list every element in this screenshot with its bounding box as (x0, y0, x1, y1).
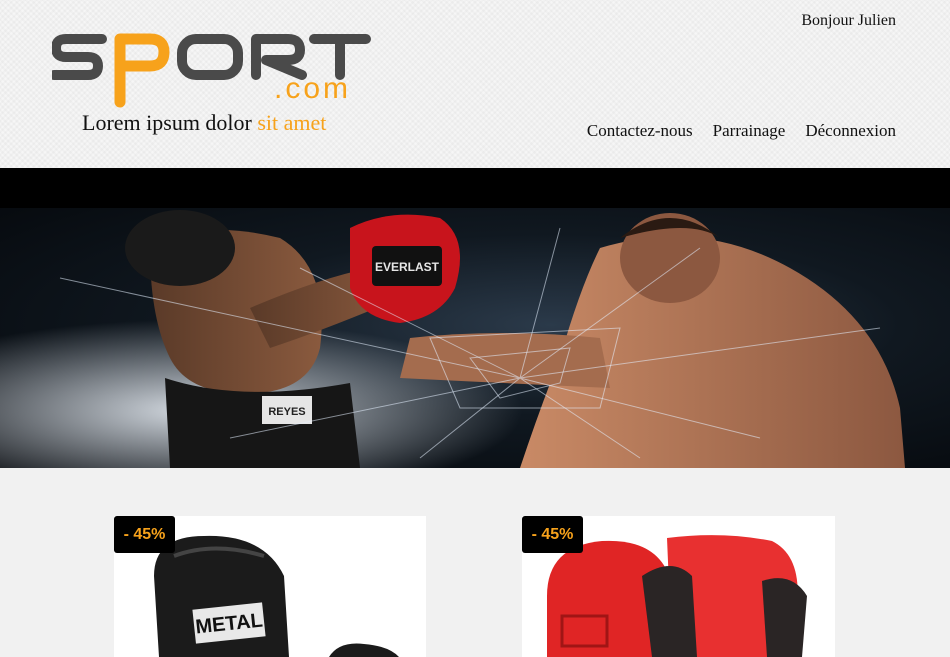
menu-bar (0, 168, 950, 208)
tagline-highlight: sit amet (257, 110, 327, 135)
nav-logout-link[interactable]: Déconnexion (805, 121, 896, 141)
sport-logo[interactable]: .com Lorem ipsum dolor sit amet (52, 30, 382, 140)
discount-badge: - 45% (522, 516, 583, 553)
nav-contact-link[interactable]: Contactez-nous (587, 121, 693, 141)
tagline-main: Lorem ipsum dolor (82, 110, 252, 135)
hero-banner-image: REYES EVERLAST (0, 208, 950, 468)
top-nav: Contactez-nous Parrainage Déconnexion (587, 121, 896, 141)
svg-text:REYES: REYES (268, 406, 305, 418)
site-header: .com Lorem ipsum dolor sit amet Bonjour … (0, 0, 950, 168)
product-card[interactable]: - 45% METAL (114, 516, 426, 657)
user-greeting: Bonjour Julien (801, 12, 896, 29)
svg-text:EVERLAST: EVERLAST (375, 260, 440, 274)
boxing-fight-illustration: REYES EVERLAST (0, 208, 950, 468)
product-card[interactable]: - 45% (522, 516, 835, 657)
site-tagline: Lorem ipsum dolor sit amet (82, 110, 326, 136)
discount-badge: - 45% (114, 516, 175, 553)
nav-referral-link[interactable]: Parrainage (713, 121, 786, 141)
logo-domain-suffix: .com (274, 72, 352, 105)
